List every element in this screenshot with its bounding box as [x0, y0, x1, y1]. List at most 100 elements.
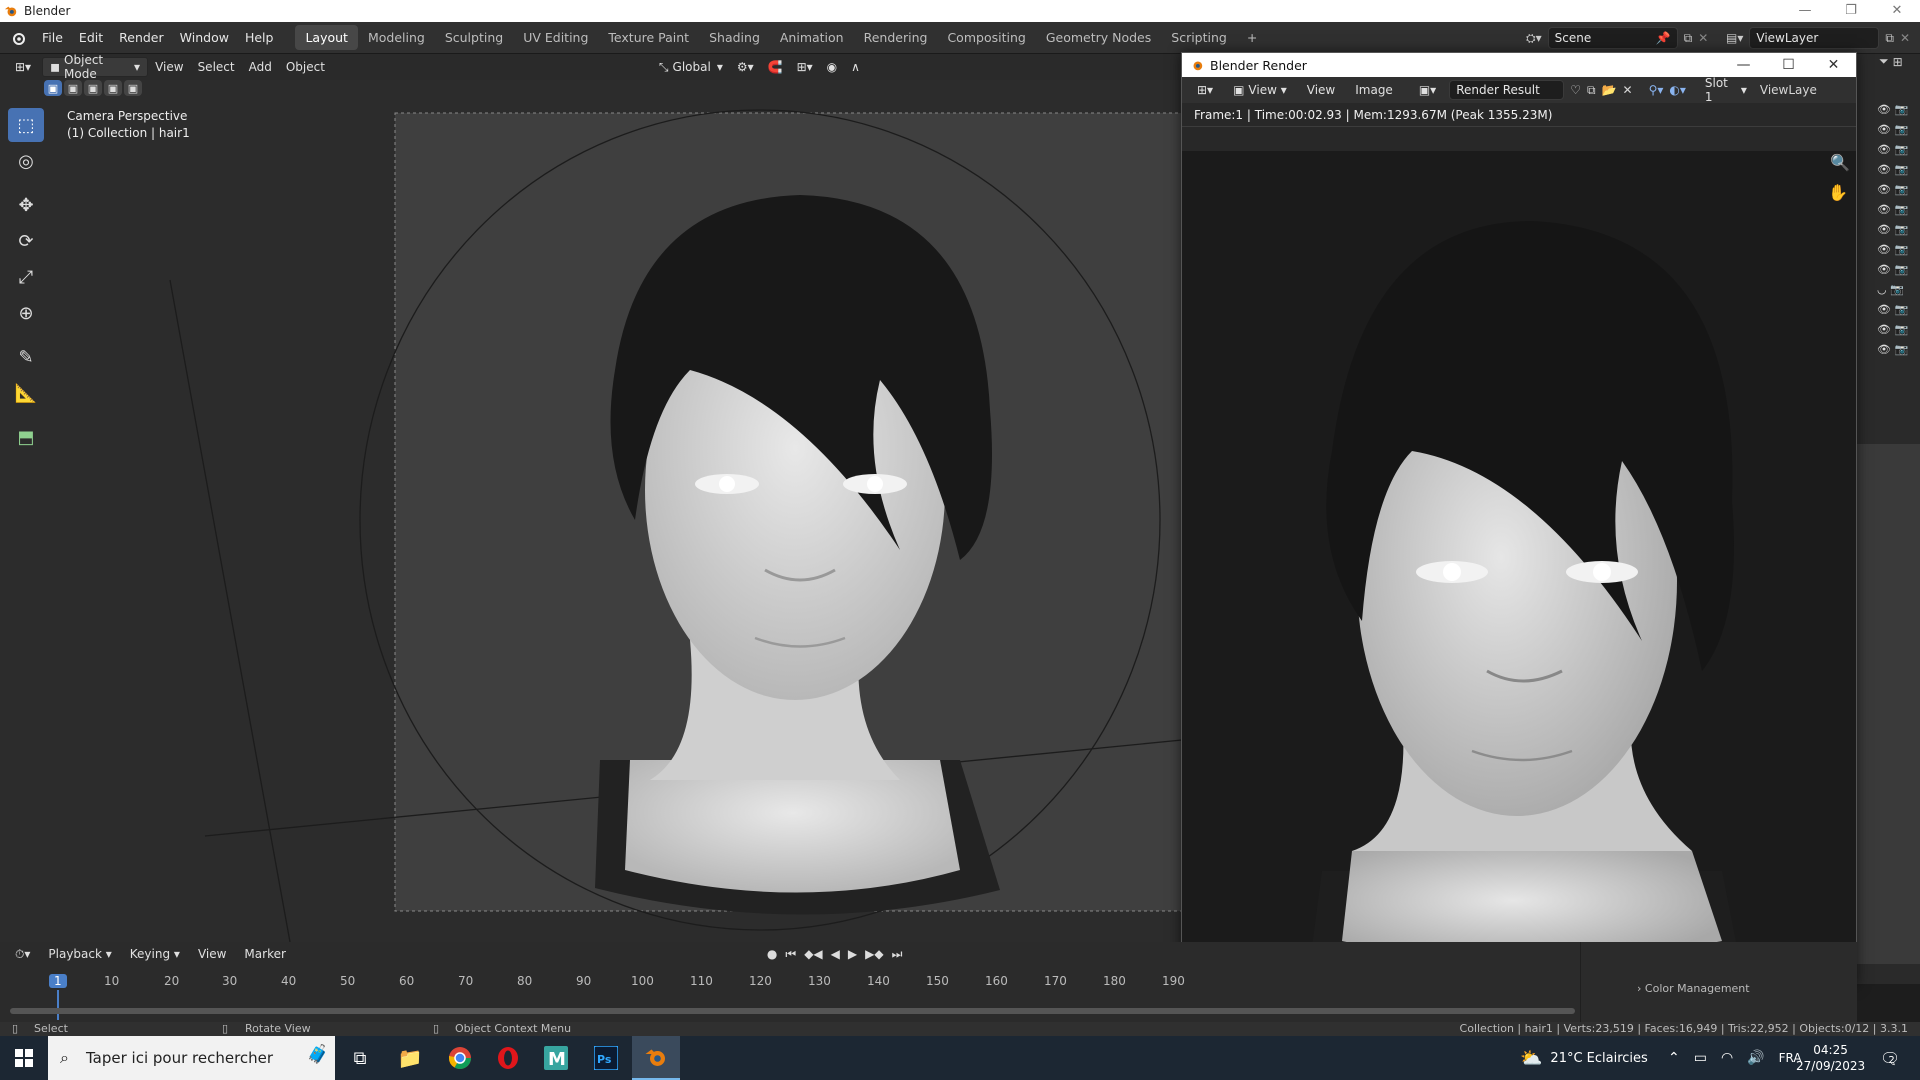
- render-result-canvas[interactable]: 🔍 ✋: [1182, 151, 1856, 947]
- add-cube-icon[interactable]: ⬒: [8, 420, 44, 454]
- tab-layout[interactable]: Layout: [295, 25, 358, 50]
- tab-rendering[interactable]: Rendering: [854, 25, 938, 50]
- select-new-icon[interactable]: ▣: [44, 80, 62, 96]
- transform-icon[interactable]: ⊕: [8, 296, 44, 330]
- select-extend-icon[interactable]: ▣: [64, 80, 82, 96]
- pivot-dropdown[interactable]: ⚙▾: [730, 57, 761, 77]
- tab-modeling[interactable]: Modeling: [358, 25, 435, 50]
- gizmo-icon[interactable]: ⚲▾: [1649, 83, 1664, 97]
- eye-icon[interactable]: 👁 📷: [1877, 160, 1908, 180]
- snap-toggle[interactable]: 🧲: [761, 57, 790, 77]
- menu-select[interactable]: Select: [191, 57, 242, 77]
- slot-dropdown[interactable]: Slot 1 ▾: [1698, 76, 1754, 104]
- eye-icon[interactable]: 👁 📷: [1877, 320, 1908, 340]
- mode-dropdown[interactable]: ◼ Object Mode ▾: [42, 53, 149, 81]
- zoom-icon[interactable]: 🔍: [1830, 153, 1850, 172]
- remove-scene-icon[interactable]: ✕: [1698, 31, 1708, 45]
- windows-start-icon[interactable]: [0, 1036, 48, 1080]
- menu-render[interactable]: Render: [111, 30, 172, 45]
- weather-widget[interactable]: ⛅ 21°C Eclaircies: [1520, 1036, 1648, 1080]
- jump-start-icon[interactable]: ⏮: [785, 947, 796, 962]
- image-browse-button[interactable]: ▣▾: [1412, 80, 1443, 100]
- tab-sculpting[interactable]: Sculpting: [435, 25, 513, 50]
- menu-view[interactable]: View: [148, 57, 190, 77]
- viewlayer-icon[interactable]: ▤▾: [1726, 31, 1743, 45]
- menu-view[interactable]: View: [191, 944, 233, 964]
- eye-icon[interactable]: 👁 📷: [1877, 120, 1908, 140]
- add-workspace-button[interactable]: +: [1237, 25, 1267, 50]
- menu-window[interactable]: Window: [172, 30, 237, 45]
- eye-icon[interactable]: 👁 📷: [1877, 220, 1908, 240]
- tab-geometry-nodes[interactable]: Geometry Nodes: [1036, 25, 1161, 50]
- next-keyframe-icon[interactable]: ▶◆: [865, 947, 883, 961]
- tab-shading[interactable]: Shading: [699, 25, 770, 50]
- select-invert-icon[interactable]: ▣: [104, 80, 122, 96]
- proportional-edit-toggle[interactable]: ◉: [820, 57, 844, 77]
- menu-image[interactable]: Image: [1348, 80, 1400, 100]
- eye-icon[interactable]: 👁 📷: [1877, 180, 1908, 200]
- open-folder-icon[interactable]: 📂: [1602, 83, 1617, 97]
- photoshop-icon[interactable]: Ps: [582, 1036, 630, 1080]
- new-scene-icon[interactable]: ⧉: [1684, 31, 1693, 46]
- move-icon[interactable]: ✥: [8, 188, 44, 222]
- eye-icon[interactable]: 👁 📷: [1877, 260, 1908, 280]
- jump-end-icon[interactable]: ⏭: [892, 947, 903, 962]
- view-mode-dropdown[interactable]: ▣ View ▾: [1226, 80, 1294, 100]
- menu-marker[interactable]: Marker: [237, 944, 292, 964]
- cursor-icon[interactable]: ◎: [8, 144, 44, 178]
- chrome-icon[interactable]: [436, 1036, 484, 1080]
- new-viewlayer-icon[interactable]: ⧉: [1885, 31, 1894, 46]
- file-explorer-icon[interactable]: 📁: [386, 1036, 434, 1080]
- blender-taskbar-icon[interactable]: [632, 1036, 680, 1080]
- select-subtract-icon[interactable]: ▣: [84, 80, 102, 96]
- 3d-viewport[interactable]: Camera Perspective (1) Collection | hair…: [0, 80, 1182, 942]
- eye-icon[interactable]: 👁 📷: [1877, 140, 1908, 160]
- editor-type-button[interactable]: ⊞▾: [1190, 80, 1220, 100]
- scene-field[interactable]: Scene 📌: [1547, 27, 1678, 49]
- tray-device-icon[interactable]: ▭: [1694, 1050, 1707, 1066]
- menu-file[interactable]: File: [34, 30, 71, 45]
- eye-icon[interactable]: 👁 📷: [1877, 200, 1908, 220]
- eye-icon[interactable]: 👁 📷: [1877, 340, 1908, 360]
- tab-texture-paint[interactable]: Texture Paint: [598, 25, 699, 50]
- editor-type-button[interactable]: ⊞▾: [8, 57, 38, 77]
- image-name-field[interactable]: Render Result: [1449, 80, 1565, 100]
- viewlayer-label[interactable]: ViewLaye: [1760, 83, 1817, 97]
- close-icon[interactable]: ✕: [1811, 57, 1856, 73]
- volume-icon[interactable]: 🔊: [1747, 1050, 1764, 1066]
- prev-keyframe-icon[interactable]: ◆◀: [804, 947, 822, 961]
- tab-animation[interactable]: Animation: [770, 25, 854, 50]
- duplicate-icon[interactable]: ⧉: [1587, 83, 1596, 98]
- overlay-icon[interactable]: ◐▾: [1669, 83, 1686, 97]
- pin-icon[interactable]: 📌: [1656, 31, 1671, 45]
- tab-scripting[interactable]: Scripting: [1161, 25, 1237, 50]
- tab-uv-editing[interactable]: UV Editing: [513, 25, 598, 50]
- playhead[interactable]: [57, 990, 59, 1020]
- restore-icon[interactable]: ❐: [1828, 0, 1874, 22]
- unlink-icon[interactable]: ✕: [1623, 83, 1633, 97]
- minimize-icon[interactable]: —: [1721, 57, 1766, 73]
- select-intersect-icon[interactable]: ▣: [124, 80, 142, 96]
- menu-keying[interactable]: Keying ▾: [123, 944, 187, 964]
- annotate-icon[interactable]: ✎: [8, 340, 44, 374]
- menu-add[interactable]: Add: [242, 57, 279, 77]
- maya-icon[interactable]: M: [532, 1036, 580, 1080]
- blender-menu-icon[interactable]: [10, 30, 26, 46]
- menu-help[interactable]: Help: [237, 30, 282, 45]
- tray-chevron-up-icon[interactable]: ⌃: [1668, 1050, 1680, 1066]
- orientation-dropdown[interactable]: ⤡ Global ▾: [652, 57, 730, 77]
- minimize-icon[interactable]: —: [1782, 0, 1828, 22]
- menu-edit[interactable]: Edit: [71, 30, 111, 45]
- viewlayer-field[interactable]: ViewLayer: [1749, 27, 1880, 49]
- scene-icon[interactable]: ⛭▾: [1526, 31, 1542, 46]
- taskbar-search-input[interactable]: ⌕ Taper ici pour rechercher 🧳: [48, 1036, 335, 1080]
- close-icon[interactable]: ✕: [1874, 0, 1920, 22]
- filter-icon[interactable]: ⏷: [1879, 54, 1889, 69]
- fake-user-icon[interactable]: ♡: [1570, 83, 1581, 97]
- pan-hand-icon[interactable]: ✋: [1828, 183, 1848, 202]
- eye-hidden-icon[interactable]: ◡ 📷: [1877, 280, 1908, 300]
- tab-compositing[interactable]: Compositing: [937, 25, 1035, 50]
- select-box-icon[interactable]: ⬚: [8, 108, 44, 142]
- editor-type-button[interactable]: ⏱▾: [8, 944, 37, 964]
- play-reverse-icon[interactable]: ◀: [831, 947, 840, 961]
